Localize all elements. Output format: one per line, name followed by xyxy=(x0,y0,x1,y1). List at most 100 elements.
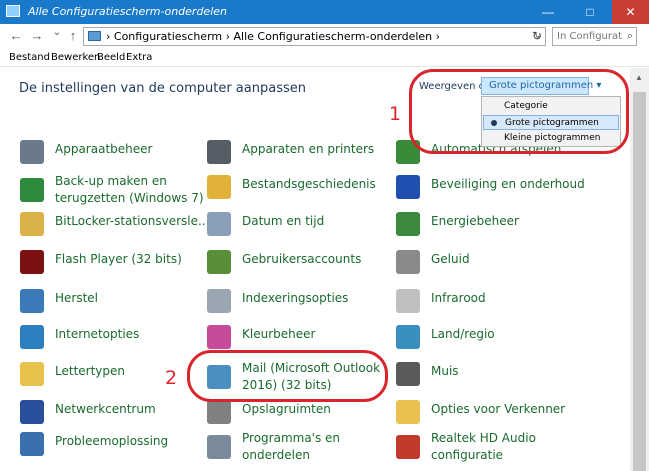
control-panel-item[interactable]: Land/regio xyxy=(396,325,581,359)
item-label: Geluid xyxy=(431,252,470,266)
vertical-scrollbar[interactable]: ▲ xyxy=(630,68,649,471)
control-panel-item[interactable]: Gebruikersaccounts xyxy=(207,250,392,284)
control-panel-item[interactable]: Internetopties xyxy=(20,325,205,359)
item-label: Back-up maken en terugzetten (Windows 7) xyxy=(55,174,204,205)
scrollbar-thumb[interactable] xyxy=(633,92,646,471)
item-icon xyxy=(20,250,44,274)
control-panel-item[interactable]: Herstel xyxy=(20,289,205,323)
control-panel-item[interactable]: Flash Player (32 bits) xyxy=(20,250,205,284)
item-icon xyxy=(396,325,420,349)
control-panel-item[interactable]: Geluid xyxy=(396,250,581,284)
control-panel-item[interactable]: Infrarood xyxy=(396,289,581,323)
control-panel-item[interactable]: Apparaten en printers xyxy=(207,140,392,174)
item-label: Indexeringsopties xyxy=(242,291,349,305)
annotation-ellipse-2 xyxy=(187,350,388,402)
item-label: Netwerkcentrum xyxy=(55,402,156,416)
item-icon xyxy=(207,250,231,274)
item-icon xyxy=(207,175,231,199)
item-label: Opslagruimten xyxy=(242,402,331,416)
item-icon xyxy=(20,289,44,313)
control-panel-item[interactable]: Opslagruimten xyxy=(207,400,392,434)
annotation-number-2: 2 xyxy=(165,367,178,389)
item-icon xyxy=(207,400,231,424)
refresh-button[interactable]: ↻ xyxy=(532,29,542,43)
item-icon xyxy=(396,362,420,386)
menu-bestand[interactable]: Bestand xyxy=(9,52,50,63)
item-icon xyxy=(20,362,44,386)
control-panel-item[interactable]: Energiebeheer xyxy=(396,212,581,246)
scroll-up-arrow[interactable]: ▲ xyxy=(635,73,643,82)
item-label: Internetopties xyxy=(55,327,140,341)
control-panel-item[interactable]: Muis xyxy=(396,362,581,396)
control-panel-item[interactable]: Programma's en onderdelen xyxy=(207,431,392,466)
item-icon xyxy=(20,325,44,349)
control-panel-item[interactable]: Lettertypen xyxy=(20,362,205,396)
item-label: Beveiliging en onderhoud xyxy=(431,177,585,191)
control-panel-item[interactable]: Realtek HD Audio configuratie xyxy=(396,431,581,466)
item-icon xyxy=(20,212,44,236)
item-icon xyxy=(207,140,231,164)
item-label: Infrarood xyxy=(431,291,486,305)
item-label: Probleemoplossing xyxy=(55,434,169,448)
control-panel-item[interactable]: Opties voor Verkenner xyxy=(396,400,581,434)
control-panel-icon xyxy=(88,31,101,41)
item-icon xyxy=(396,435,420,459)
close-button[interactable]: ✕ xyxy=(612,0,649,24)
page-title: De instellingen van de computer aanpasse… xyxy=(19,81,306,96)
back-button[interactable]: ← xyxy=(9,28,23,43)
item-label: Apparaatbeheer xyxy=(55,142,153,156)
item-label: Gebruikersaccounts xyxy=(242,252,362,266)
control-panel-item[interactable]: Bestandsgeschiedenis xyxy=(207,175,392,209)
minimize-button[interactable]: — xyxy=(533,0,563,24)
item-label: Bestandsgeschiedenis xyxy=(242,177,376,191)
forward-button[interactable]: → xyxy=(30,28,44,43)
annotation-number-1: 1 xyxy=(389,103,402,125)
item-icon xyxy=(207,325,231,349)
search-input[interactable] xyxy=(553,28,623,45)
item-icon xyxy=(396,400,420,424)
item-label: Land/regio xyxy=(431,327,495,341)
breadcrumb[interactable]: › Configuratiescherm › Alle Configuratie… xyxy=(106,30,440,43)
address-bar[interactable]: › Configuratiescherm › Alle Configuratie… xyxy=(83,27,546,46)
up-button[interactable]: ↑ xyxy=(66,28,80,43)
item-icon xyxy=(207,435,231,459)
item-label: BitLocker-stationsversle... xyxy=(55,214,210,228)
item-icon xyxy=(20,140,44,164)
item-icon xyxy=(207,212,231,236)
item-label: Energiebeheer xyxy=(431,214,519,228)
item-icon xyxy=(396,175,420,199)
search-icon[interactable]: ⌕ xyxy=(627,30,633,43)
item-label: Herstel xyxy=(55,291,99,305)
item-label: Kleurbeheer xyxy=(242,327,316,341)
item-label: Muis xyxy=(431,364,459,378)
control-panel-item[interactable]: BitLocker-stationsversle... xyxy=(20,212,209,246)
item-icon xyxy=(20,400,44,424)
item-icon xyxy=(207,289,231,313)
maximize-button[interactable]: □ xyxy=(575,0,605,24)
recent-locations-button[interactable]: ⌄ xyxy=(50,27,64,38)
item-label: Flash Player (32 bits) xyxy=(55,252,182,266)
control-panel-item[interactable]: Back-up maken en terugzetten (Windows 7) xyxy=(20,174,205,209)
control-panel-item[interactable]: Datum en tijd xyxy=(207,212,392,246)
menu-beeld[interactable]: Beeld xyxy=(97,52,125,63)
item-icon xyxy=(396,250,420,274)
control-panel-item[interactable]: Netwerkcentrum xyxy=(20,400,205,434)
control-panel-item[interactable]: Beveiliging en onderhoud xyxy=(396,175,585,209)
item-icon xyxy=(20,178,44,202)
search-box[interactable]: ⌕ xyxy=(552,27,637,46)
control-panel-item[interactable]: Indexeringsopties xyxy=(207,289,392,323)
title-bar[interactable]: Alle Configuratiescherm-onderdelen — □ ✕ xyxy=(0,0,649,24)
item-icon xyxy=(396,212,420,236)
menu-extra[interactable]: Extra xyxy=(126,52,152,63)
item-label: Apparaten en printers xyxy=(242,142,375,156)
control-panel-icon xyxy=(6,5,20,17)
item-icon xyxy=(20,432,44,456)
item-label: Programma's en onderdelen xyxy=(242,431,341,462)
control-panel-item[interactable]: Apparaatbeheer xyxy=(20,140,205,174)
menu-bar: Bestand Bewerken Beeld Extra xyxy=(0,49,649,67)
navigation-bar: ← → ⌄ ↑ › Configuratiescherm › Alle Conf… xyxy=(0,24,649,48)
control-panel-item[interactable]: Probleemoplossing xyxy=(20,432,205,466)
menu-bewerken[interactable]: Bewerken xyxy=(51,52,100,63)
item-label: Opties voor Verkenner xyxy=(431,402,566,416)
item-label: Realtek HD Audio configuratie xyxy=(431,431,536,462)
